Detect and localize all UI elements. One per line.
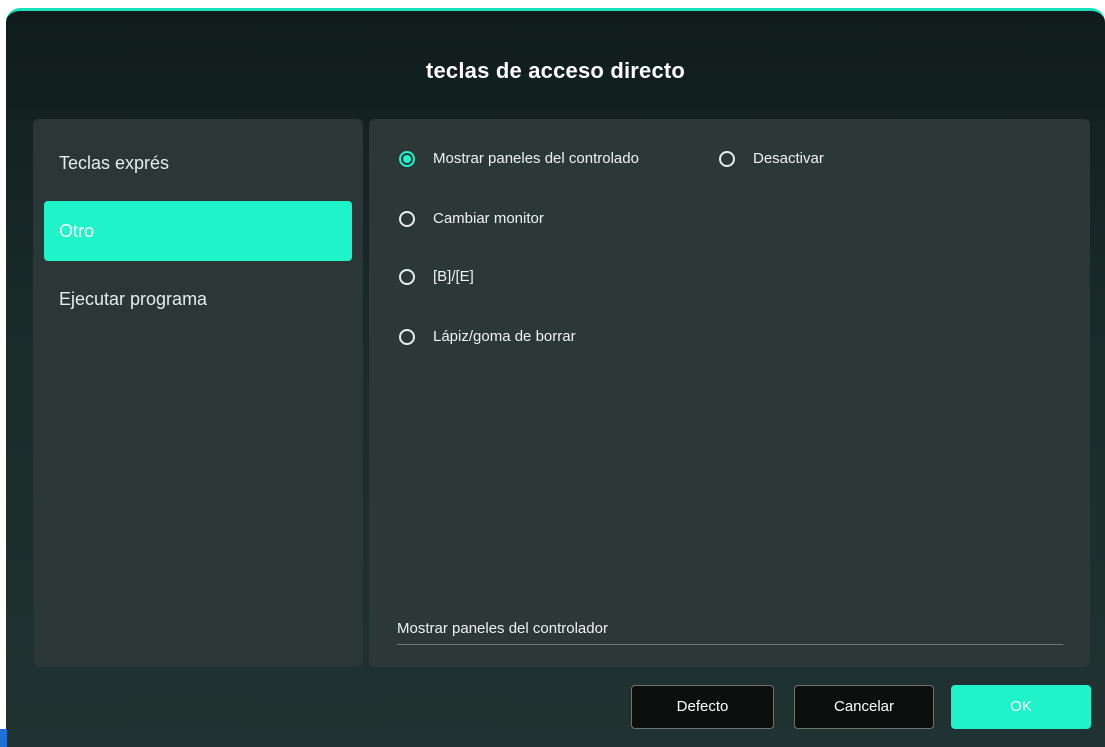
cancel-button[interactable]: Cancelar [794,685,934,729]
radio-label: [B]/[E] [433,268,474,285]
radio-desactivar[interactable]: Desactivar [719,150,824,167]
radio-unchecked-icon[interactable] [719,150,735,167]
dialog-title: teclas de acceso directo [425,58,686,83]
radio-checked-icon[interactable] [399,150,415,167]
sidebar-item-ejecutar-programa[interactable]: Ejecutar programa [44,269,352,329]
sidebar-item-label: Teclas exprés [59,153,170,173]
radio-label: Mostrar paneles del controlado [433,150,639,167]
ok-button[interactable]: OK [951,685,1091,729]
radio-label: Lápiz/goma de borrar [433,328,576,345]
sidebar-item-teclas-expres[interactable]: Teclas exprés [44,133,352,193]
radio-cambiar-monitor[interactable]: Cambiar monitor [399,210,544,227]
category-sidebar: Teclas exprés Otro Ejecutar programa [33,119,363,667]
shortcut-keys-dialog: teclas de acceso directo Teclas exprés O… [6,8,1105,747]
sidebar-item-label: Otro [59,221,95,241]
radio-lapiz-goma[interactable]: Lápiz/goma de borrar [399,328,576,345]
sidebar-item-label: Ejecutar programa [59,289,208,309]
taskbar-edge [0,729,7,747]
screen: teclas de acceso directo Teclas exprés O… [0,0,1105,747]
radio-b-e[interactable]: [B]/[E] [399,268,474,285]
radio-label: Desactivar [753,150,824,167]
radio-label: Cambiar monitor [433,210,544,227]
options-panel: Mostrar paneles del controlado Desactiva… [369,119,1090,667]
radio-unchecked-icon[interactable] [399,268,415,285]
radio-mostrar-paneles[interactable]: Mostrar paneles del controlado [399,150,639,167]
selected-action-field: Mostrar paneles del controlador [397,613,1063,645]
sidebar-item-otro[interactable]: Otro [44,201,352,261]
default-button[interactable]: Defecto [631,685,774,729]
radio-unchecked-icon[interactable] [399,328,415,345]
radio-unchecked-icon[interactable] [399,210,415,227]
